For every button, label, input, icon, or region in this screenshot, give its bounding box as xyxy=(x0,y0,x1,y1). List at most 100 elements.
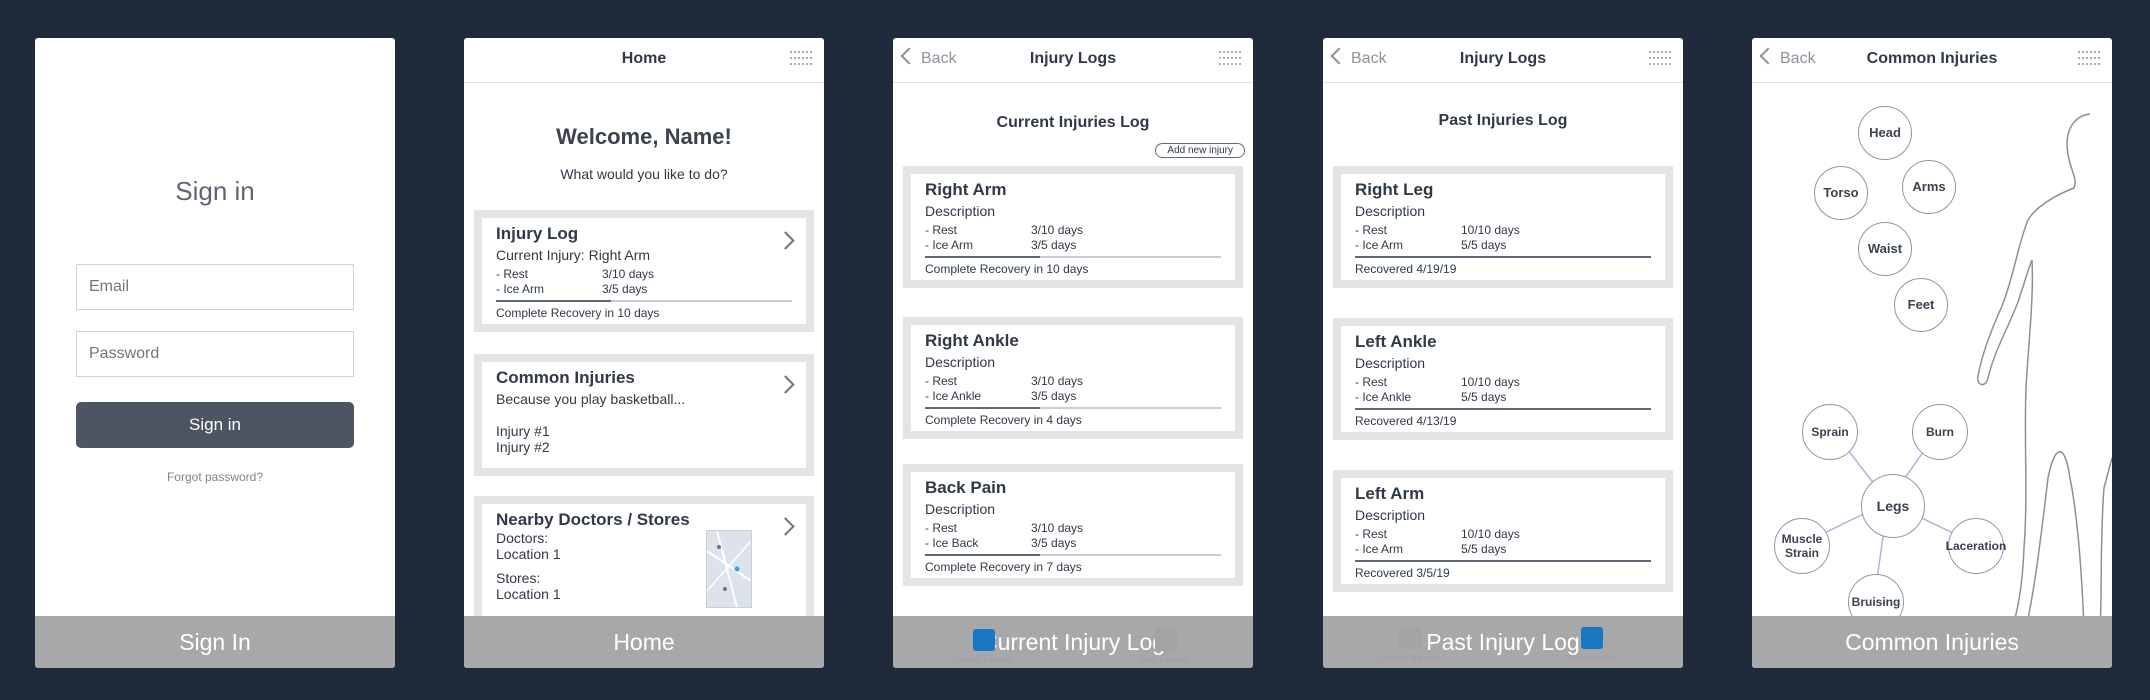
list-item: - Rest 10/10 days xyxy=(1355,527,1520,541)
card-description: Description xyxy=(925,203,996,219)
card-description: Description xyxy=(1355,203,1426,219)
email-field[interactable] xyxy=(76,264,354,310)
injury-card[interactable]: Left Ankle Description - Rest 10/10 days … xyxy=(1333,318,1673,440)
nearby-card[interactable]: Nearby Doctors / Stores Doctors: Locatio… xyxy=(474,496,814,626)
recovery-progress-bar xyxy=(1355,560,1651,562)
tab-current-injuries[interactable]: Current Injuries xyxy=(1379,653,1441,663)
leg-injury-sprain[interactable]: Sprain xyxy=(1802,404,1858,460)
section-title: Current Injuries Log xyxy=(996,114,1150,131)
common-injuries-card[interactable]: Common Injuries Because you play basketb… xyxy=(474,354,814,476)
recovery-footer: Complete Recovery in 10 days xyxy=(496,306,660,320)
sign-in-button[interactable]: Sign in xyxy=(76,402,354,448)
leg-injury-muscle-strain[interactable]: Muscle Strain xyxy=(1774,518,1830,574)
screen-home: Home Welcome, Name! What would you like … xyxy=(464,38,824,668)
card-description: Description xyxy=(925,501,996,517)
header-bar: Home xyxy=(464,38,824,83)
recovery-progress-bar xyxy=(925,554,1221,556)
list-item: - Rest 3/10 days xyxy=(925,223,1084,237)
list-item: - Ice Arm 5/5 days xyxy=(1355,542,1507,556)
tab-current-injuries-icon[interactable] xyxy=(973,629,995,651)
screen-caption: Current Injury Log xyxy=(893,616,1253,668)
card-title: Back Pain xyxy=(925,478,1007,497)
map-icon xyxy=(706,530,752,608)
page-title: Injury Logs xyxy=(1029,50,1117,67)
body-part-torso[interactable]: Torso xyxy=(1814,166,1868,220)
card-title: Right Ankle xyxy=(925,331,1019,350)
menu-icon[interactable] xyxy=(790,51,812,67)
add-new-injury-button[interactable]: Add new injury xyxy=(1155,143,1245,158)
card-title: Nearby Doctors / Stores xyxy=(496,510,690,529)
screen-past-injury-log: Back Injury Logs Past Injuries Log Right… xyxy=(1323,38,1683,668)
tab-past-injuries[interactable]: Past Injuries xyxy=(1139,655,1189,665)
signin-title: Sign in xyxy=(175,176,255,206)
screen-caption: Sign In xyxy=(35,616,395,668)
card-title: Injury Log xyxy=(496,224,579,243)
body-part-head[interactable]: Head xyxy=(1858,106,1912,160)
recovery-progress-bar xyxy=(1355,408,1651,410)
current-injury-text: Current Injury: Right Arm xyxy=(496,247,651,263)
header-bar: Back Injury Logs xyxy=(1323,38,1683,83)
card-title: Common Injuries xyxy=(496,368,635,387)
tab-past-injuries-icon[interactable] xyxy=(1155,629,1177,651)
screen-caption: Home xyxy=(464,616,824,668)
card-description: Description xyxy=(925,354,996,370)
tab-current-injuries-icon[interactable] xyxy=(1399,627,1421,649)
list-item: - Ice Back 3/5 days xyxy=(925,536,1077,550)
menu-icon[interactable] xyxy=(1649,51,1671,67)
list-item: - Ice Ankle 5/5 days xyxy=(1355,390,1507,404)
card-title: Right Arm xyxy=(925,180,1007,199)
list-item: Injury #2 xyxy=(496,439,550,455)
recovery-progress-bar xyxy=(925,256,1221,258)
injury-log-card[interactable]: Injury Log Current Injury: Right Arm - R… xyxy=(474,210,814,332)
card-title: Left Arm xyxy=(1355,484,1425,503)
menu-icon[interactable] xyxy=(1219,51,1241,67)
injury-card[interactable]: Right Leg Description - Rest 10/10 days -… xyxy=(1333,166,1673,288)
recovery-footer: Recovered 3/5/19 xyxy=(1355,566,1450,580)
recovery-footer: Complete Recovery in 7 days xyxy=(925,560,1082,574)
recovery-footer: Recovered 4/19/19 xyxy=(1355,262,1457,276)
forgot-password-link[interactable]: Forgot password? xyxy=(35,470,395,484)
tab-past-injuries[interactable]: Past Injuries xyxy=(1565,653,1615,663)
body-part-waist[interactable]: Waist xyxy=(1858,222,1912,276)
list-item: Injury #1 xyxy=(496,423,550,439)
card-description: Description xyxy=(1355,355,1426,371)
list-item: - Ice Arm 5/5 days xyxy=(1355,238,1507,252)
list-item: - Rest 3/10 days xyxy=(925,521,1084,535)
recovery-footer: Complete Recovery in 10 days xyxy=(925,262,1089,276)
screen-current-injury-log: Back Injury Logs Current Injuries Log Ad… xyxy=(893,38,1253,668)
injury-card[interactable]: Right Ankle Description - Rest 3/10 days … xyxy=(903,317,1243,439)
body-part-legs[interactable]: Legs xyxy=(1861,474,1925,538)
recovery-progress-bar xyxy=(496,300,792,302)
list-item: - Rest 10/10 days xyxy=(1355,223,1520,237)
recovery-progress-bar xyxy=(925,407,1221,409)
leg-injury-burn[interactable]: Burn xyxy=(1912,404,1968,460)
leg-injury-laceration[interactable]: Laceration xyxy=(1946,518,2006,574)
tab-past-injuries-icon[interactable] xyxy=(1581,627,1603,649)
list-item: - Rest 3/10 days xyxy=(496,267,655,281)
list-item: - Ice Ankle 3/5 days xyxy=(925,389,1077,403)
tab-current-injuries[interactable]: Current Injuries xyxy=(951,655,1013,665)
section-title: Past Injuries Log xyxy=(1438,112,1568,129)
screen-sign-in: Sign in Sign in Forgot password? Sign In xyxy=(35,38,395,668)
injury-card[interactable]: Right Arm Description - Rest 3/10 days - … xyxy=(903,166,1243,288)
map-thumbnail[interactable] xyxy=(706,530,752,608)
card-title: Left Ankle xyxy=(1355,332,1437,351)
body-part-arms[interactable]: Arms xyxy=(1902,160,1956,214)
card-title: Right Leg xyxy=(1355,180,1434,199)
card-description: Description xyxy=(1355,507,1426,523)
header-bar: Back Injury Logs xyxy=(893,38,1253,83)
list-item: - Ice Arm 3/5 days xyxy=(925,238,1077,252)
password-field[interactable] xyxy=(76,331,354,377)
injury-card[interactable]: Left Arm Description - Rest 10/10 days - … xyxy=(1333,470,1673,592)
screen-caption: Common Injuries xyxy=(1752,616,2112,668)
recovery-progress-bar xyxy=(1355,256,1651,258)
list-item: - Rest 3/10 days xyxy=(925,374,1084,388)
injury-card[interactable]: Back Pain Description - Rest 3/10 days - … xyxy=(903,464,1243,586)
welcome-heading: Welcome, Name! xyxy=(556,124,732,149)
screen-caption: Past Injury Log xyxy=(1323,616,1683,668)
body-part-feet[interactable]: Feet xyxy=(1894,278,1948,332)
page-title: Home xyxy=(621,50,667,67)
screen-common-injuries: Back Common Injuries Head Torso Arms Wai… xyxy=(1752,38,2112,668)
recovery-footer: Complete Recovery in 4 days xyxy=(925,413,1082,427)
welcome-prompt: What would you like to do? xyxy=(560,166,728,182)
